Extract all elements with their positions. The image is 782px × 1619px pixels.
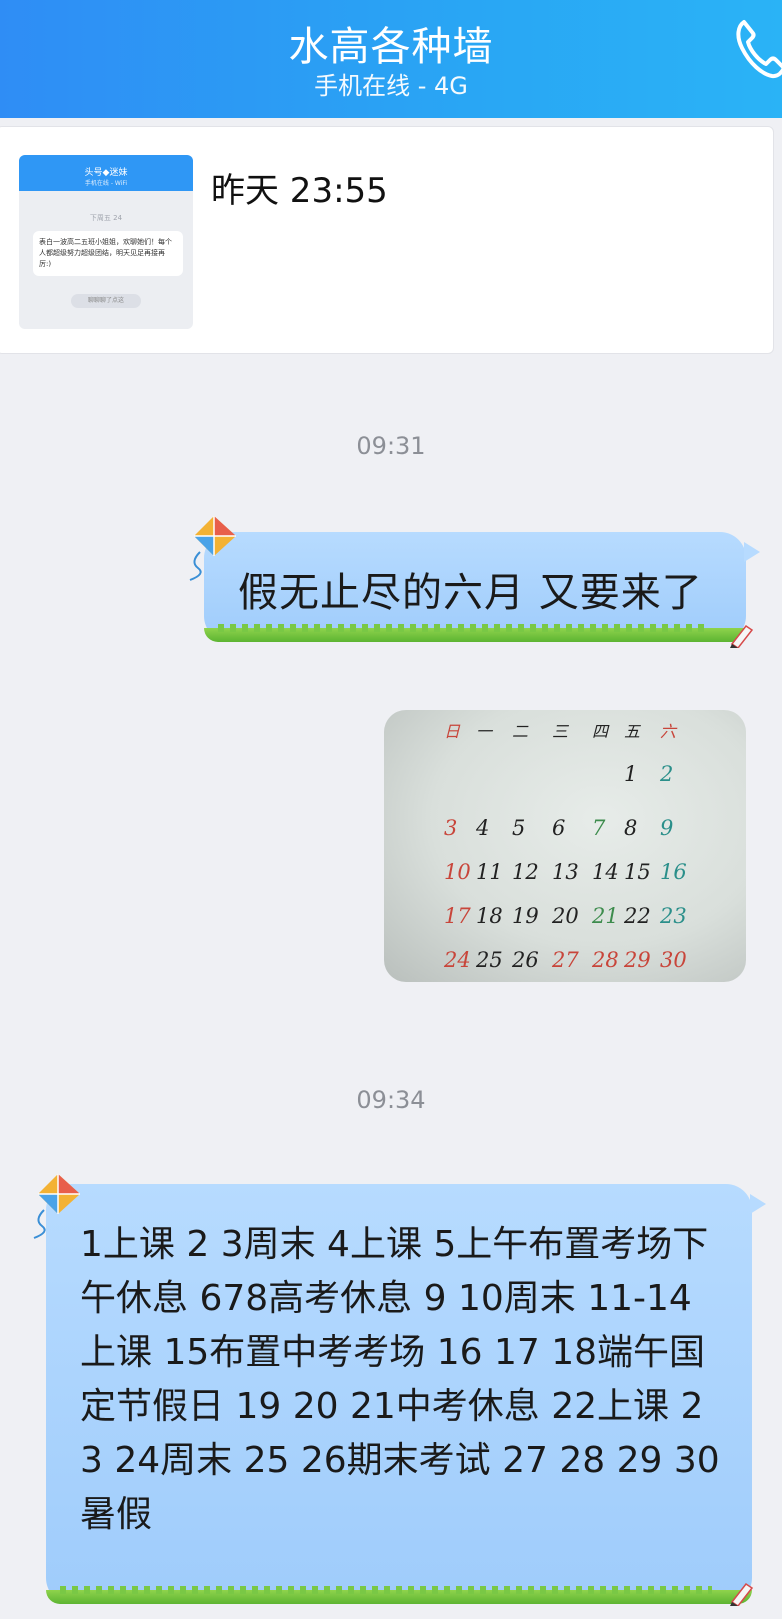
grass-blades: [218, 624, 706, 632]
message-timestamp: 09:31: [356, 432, 426, 460]
calendar-day: 27: [552, 948, 579, 972]
calendar-day: 3: [444, 816, 458, 840]
calendar-day: 25: [476, 948, 503, 972]
message-text[interactable]: 假无止尽的六月 又要来了: [204, 532, 746, 618]
pencil-icon: [730, 624, 754, 648]
bubble-tail: [750, 1194, 766, 1214]
calendar-day: 14: [592, 860, 619, 884]
calendar-day: 10: [444, 860, 471, 884]
calendar-day: 7: [592, 816, 606, 840]
calendar-day: 9: [660, 816, 674, 840]
calendar-weekday: 五: [624, 722, 641, 741]
calendar-day: 18: [476, 904, 503, 928]
calendar-day: 28: [592, 948, 619, 972]
handwritten-calendar: 日一二三四五六 1 2 3 4 5 6 7 8 9 10 11 12 13 14 15 16 17 18 19 20 21…: [384, 710, 746, 982]
thumb-message: 表白一波高二五班小姐姐，欢聊她们！每个人都超级努力超级团结，明天见足再接再厉:): [33, 231, 183, 276]
thumb-subtitle: 手机在线 - WiFi: [84, 180, 128, 187]
calendar-day: 21: [592, 904, 619, 928]
pencil-icon: [730, 1582, 754, 1606]
chat-header: 水高各种墙 手机在线 - 4G: [0, 0, 782, 118]
calendar-day: 29: [624, 948, 651, 972]
message-timestamp: 09:34: [356, 1086, 426, 1114]
calendar-day: 5: [512, 816, 526, 840]
thumb-pill: 聊聊聊了点这: [71, 294, 141, 308]
calendar-day: 11: [476, 860, 503, 884]
kite-icon: [33, 1174, 80, 1239]
calendar-day: 2: [660, 762, 674, 786]
calendar-photo[interactable]: 日一二三四五六 1 2 3 4 5 6 7 8 9 10 11 12 13 14 15 16 17 18 19 20 21…: [384, 710, 746, 982]
calendar-day: 4: [476, 816, 490, 840]
card-date: 昨天 23:55: [211, 171, 388, 211]
calendar-day: 15: [624, 860, 651, 884]
thumb-time: 下周五 24: [89, 214, 123, 222]
calendar-day: 26: [512, 948, 539, 972]
calendar-day: 24: [444, 948, 471, 972]
calendar-day: 17: [444, 904, 471, 928]
thumb-title: 头号◆迷妹: [84, 168, 128, 178]
bubble-tail: [744, 542, 760, 562]
calendar-weekday: 一: [476, 722, 493, 741]
calendar-day: 8: [624, 816, 638, 840]
grass-blades: [60, 1586, 712, 1594]
online-status: 手机在线 - 4G: [314, 72, 468, 100]
chat-title: 水高各种墙: [288, 24, 494, 70]
forwarded-image-card[interactable]: 头号◆迷妹 手机在线 - WiFi 下周五 24 表白一波高二五班小姐姐，欢聊她…: [0, 126, 774, 354]
screenshot-thumbnail[interactable]: 头号◆迷妹 手机在线 - WiFi 下周五 24 表白一波高二五班小姐姐，欢聊她…: [19, 155, 193, 329]
calendar-day: 13: [552, 860, 579, 884]
message-text[interactable]: 1上课 2 3周末 4上课 5上午布置考场下午休息 678高考休息 9 10周末…: [46, 1184, 752, 1542]
calendar-day: 30: [660, 948, 687, 972]
kite-icon: [189, 516, 236, 581]
calendar-weekday: 二: [512, 722, 529, 741]
calendar-weekday: 三: [552, 722, 569, 741]
calendar-day: 12: [512, 860, 539, 884]
calendar-day: 1: [624, 762, 638, 786]
calendar-weekday: 日: [444, 722, 461, 741]
calendar-day: 22: [624, 904, 651, 928]
calendar-day: 23: [660, 904, 687, 928]
calendar-weekday: 四: [592, 722, 609, 741]
calendar-day: 16: [660, 860, 687, 884]
calendar-day: 6: [552, 816, 566, 840]
message-bubble[interactable]: 1上课 2 3周末 4上课 5上午布置考场下午休息 678高考休息 9 10周末…: [46, 1184, 766, 1604]
calendar-day: 19: [512, 904, 539, 928]
phone-call-icon[interactable]: [732, 16, 782, 82]
calendar-day: 20: [552, 904, 579, 928]
calendar-weekday: 六: [660, 722, 677, 741]
thumb-header: 头号◆迷妹 手机在线 - WiFi: [19, 155, 193, 191]
message-bubble[interactable]: 假无止尽的六月 又要来了: [204, 532, 760, 642]
